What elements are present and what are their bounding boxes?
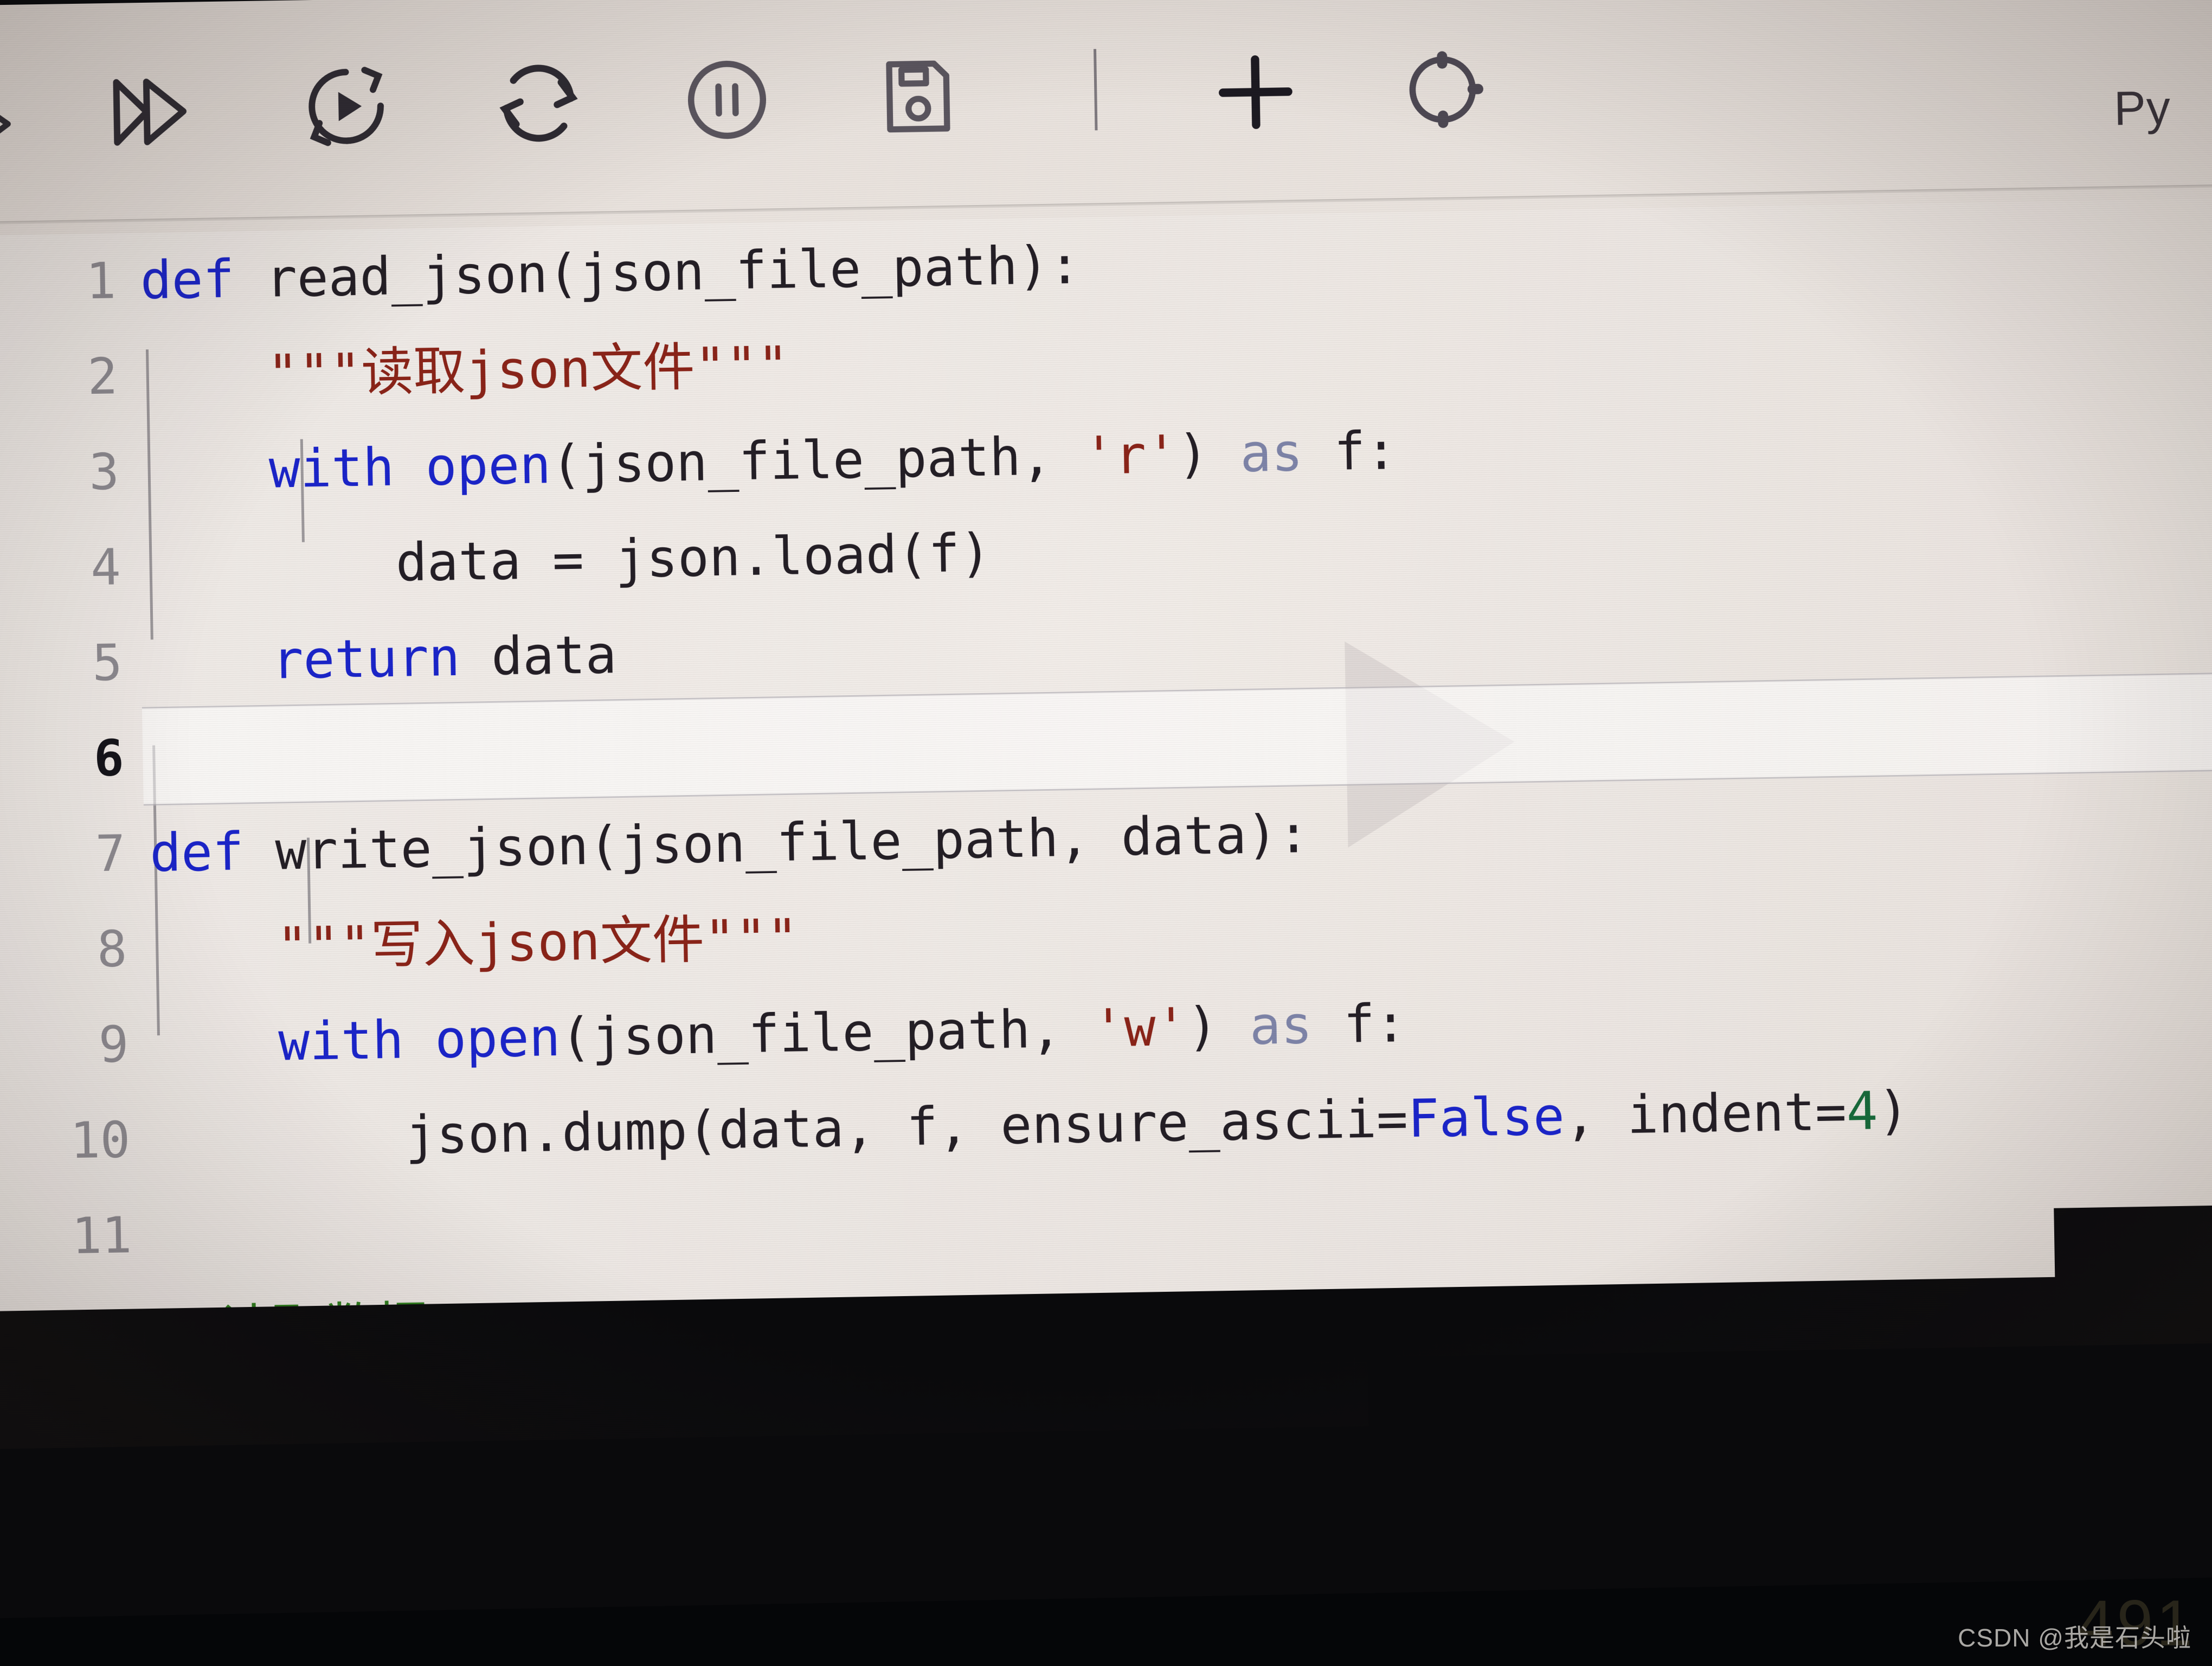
code-token: 4 bbox=[1846, 1081, 1879, 1142]
code-line-content: """读取json文件""" bbox=[141, 318, 789, 424]
code-token: 'w' bbox=[1092, 997, 1187, 1059]
code-token bbox=[403, 1009, 436, 1071]
code-token: def bbox=[149, 822, 244, 884]
restart-kernel-icon[interactable] bbox=[486, 51, 591, 156]
code-token: """写入json文件""" bbox=[276, 908, 799, 977]
code-line-content: return data bbox=[146, 607, 618, 710]
code-token: open bbox=[434, 1007, 561, 1070]
code-token bbox=[146, 630, 273, 693]
line-number: 13 bbox=[0, 1379, 136, 1476]
save-icon[interactable] bbox=[869, 47, 968, 146]
code-token: return bbox=[272, 627, 461, 691]
code-token: False bbox=[1407, 1086, 1565, 1149]
code-token: data = json.load(f) bbox=[145, 523, 992, 598]
add-cell-icon[interactable] bbox=[1205, 41, 1307, 143]
line-number: 8 bbox=[0, 901, 128, 999]
code-token: data bbox=[460, 624, 618, 688]
pause-icon[interactable] bbox=[676, 49, 778, 151]
line-number: 6 bbox=[0, 710, 125, 808]
code-token: open bbox=[425, 434, 551, 497]
line-number: 7 bbox=[0, 806, 126, 904]
code-token: with bbox=[268, 437, 395, 500]
code-token bbox=[151, 917, 277, 979]
line-number: 11 bbox=[0, 1188, 133, 1285]
kernel-status-icon[interactable] bbox=[1394, 41, 1491, 138]
line-number: 4 bbox=[0, 520, 121, 617]
notebook-toolbar: Py bbox=[0, 0, 2212, 220]
code-token: (json_file_path, bbox=[550, 426, 1084, 495]
screenshot-root: Py 1 def read_json(json_file_path): 2 """读… bbox=[0, 0, 2212, 1666]
code-token: ) bbox=[1877, 1080, 1910, 1142]
csdn-watermark: CSDN @我是石头啦 bbox=[1958, 1618, 2191, 1654]
code-token: f: bbox=[1311, 993, 1406, 1055]
line-number: 10 bbox=[0, 1092, 131, 1190]
code-line-content: data = json.load(f) bbox=[144, 505, 992, 615]
code-token: "dataset/train.json" bbox=[879, 1373, 1507, 1444]
code-token: # 读取数据 bbox=[157, 1296, 429, 1361]
code-token: with bbox=[278, 1010, 404, 1073]
code-token: (json_file_path, bbox=[560, 998, 1094, 1068]
line-number: 2 bbox=[0, 329, 118, 426]
line-number: 5 bbox=[0, 615, 123, 713]
code-line-content: def write_json(json_file_path, data): bbox=[149, 786, 1310, 901]
line-number: 12 bbox=[0, 1283, 134, 1381]
code-token: read_json(json_file_path): bbox=[234, 235, 1081, 310]
kernel-state-label: Fully initialized bbox=[1178, 1537, 1503, 1600]
fast-forward-icon[interactable] bbox=[99, 60, 203, 164]
code-token: write_json(json_file_path, data): bbox=[243, 804, 1310, 882]
code-editor[interactable]: 1 def read_json(json_file_path): 2 """读取js… bbox=[0, 198, 2212, 1476]
code-token bbox=[143, 439, 269, 502]
line-number: 9 bbox=[0, 997, 130, 1094]
code-token: """读取json文件""" bbox=[267, 335, 789, 405]
code-token: f: bbox=[1302, 420, 1397, 483]
code-token bbox=[394, 437, 426, 498]
play-run-icon-partial[interactable] bbox=[0, 83, 29, 165]
code-token bbox=[142, 344, 268, 407]
toolbar-divider bbox=[1094, 49, 1097, 130]
code-token: as bbox=[1239, 422, 1303, 484]
code-token: ) bbox=[1177, 423, 1240, 485]
notebook-code-cell[interactable]: 1 def read_json(json_file_path): 2 """读取js… bbox=[0, 198, 2212, 1537]
code-token: as bbox=[1249, 995, 1313, 1056]
code-token: ) bbox=[1186, 996, 1250, 1058]
code-token: ) bbox=[1506, 1373, 1539, 1434]
code-token bbox=[152, 1012, 279, 1075]
line-number: 1 bbox=[0, 233, 117, 331]
line-number: 3 bbox=[0, 424, 120, 522]
restart-and-run-icon[interactable] bbox=[294, 54, 398, 159]
code-token: json.dump(data, f, ensure_ascii= bbox=[154, 1088, 1408, 1170]
code-token: train_data = read_json( bbox=[159, 1383, 880, 1456]
kernel-selector-label[interactable]: Python 3 | ... bbox=[1612, 1531, 1892, 1593]
code-line-content: # 读取数据 bbox=[157, 1278, 429, 1378]
kernel-name-label: Py bbox=[2113, 80, 2171, 136]
code-token: def bbox=[140, 249, 235, 311]
code-line-content: """写入json文件""" bbox=[151, 890, 799, 997]
photographed-screen: Py 1 def read_json(json_file_path): 2 """读… bbox=[0, 0, 2212, 1635]
code-token: 'r' bbox=[1083, 424, 1178, 486]
code-token: , indent= bbox=[1564, 1081, 1847, 1147]
code-line-content: def read_json(json_file_path): bbox=[139, 217, 1081, 329]
